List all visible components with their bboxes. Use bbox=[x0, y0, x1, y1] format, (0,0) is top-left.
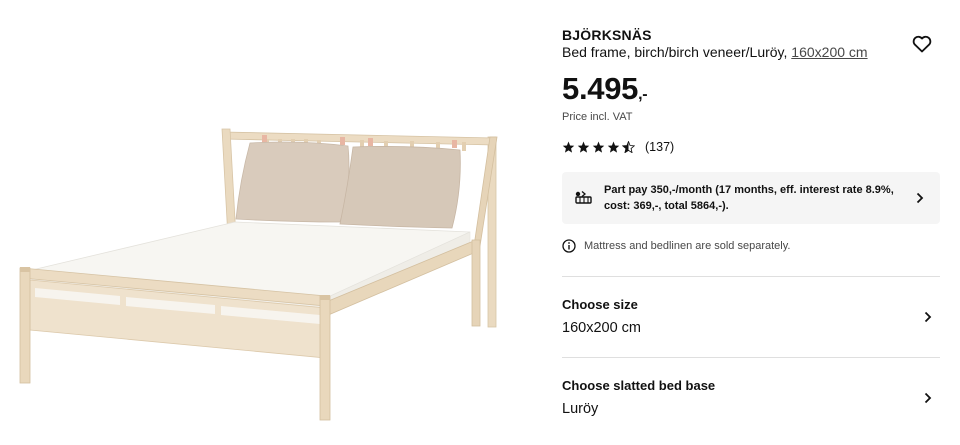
product-description-text: Bed frame, birch/birch veneer/Luröy, bbox=[562, 44, 792, 60]
choose-size-value: 160x200 cm bbox=[562, 320, 641, 336]
part-pay-banner[interactable]: Part pay 350,-/month (17 months, eff. in… bbox=[562, 172, 940, 224]
choose-bed-base-title: Choose slatted bed base bbox=[562, 378, 716, 393]
price-integer: 5.495 bbox=[562, 71, 639, 106]
star-icon bbox=[577, 141, 590, 153]
half-star-icon bbox=[622, 141, 635, 153]
star-icon bbox=[592, 141, 605, 153]
size-link[interactable]: 160x200 cm bbox=[791, 44, 867, 60]
choose-bed-base-row[interactable]: Choose slatted bed base Luröy bbox=[562, 378, 940, 445]
notice-text: Mattress and bedlinen are sold separatel… bbox=[584, 240, 791, 252]
product-name: BJÖRKSNÄS bbox=[562, 27, 652, 43]
star-icon bbox=[562, 141, 575, 153]
product-info-panel: BJÖRKSNÄS Bed frame, birch/birch veneer/… bbox=[562, 0, 940, 445]
favourite-button[interactable] bbox=[912, 35, 932, 53]
product-image[interactable] bbox=[0, 0, 540, 445]
chevron-right-icon bbox=[924, 392, 932, 404]
price: 5.495,- bbox=[562, 71, 648, 113]
choose-size-row[interactable]: Choose size 160x200 cm bbox=[562, 297, 940, 377]
heart-icon bbox=[912, 35, 932, 53]
divider bbox=[562, 276, 940, 277]
rating-count: (137) bbox=[645, 140, 675, 154]
installment-icon bbox=[575, 191, 592, 204]
chevron-right-icon bbox=[924, 311, 932, 323]
bed-frame-illustration bbox=[19, 128, 498, 421]
divider bbox=[562, 357, 940, 358]
rating[interactable]: (137) bbox=[562, 139, 674, 155]
part-pay-text: Part pay 350,-/month (17 months, eff. in… bbox=[604, 184, 894, 212]
choose-bed-base-value: Luröy bbox=[562, 401, 599, 417]
star-icon bbox=[607, 141, 620, 153]
product-description: Bed frame, birch/birch veneer/Luröy, 160… bbox=[562, 44, 868, 60]
chevron-right-icon bbox=[916, 192, 924, 204]
separate-sale-notice: Mattress and bedlinen are sold separatel… bbox=[562, 239, 790, 253]
price-note: Price incl. VAT bbox=[562, 111, 633, 123]
price-suffix: ,- bbox=[638, 86, 648, 103]
info-icon bbox=[562, 239, 576, 253]
choose-size-title: Choose size bbox=[562, 297, 638, 312]
